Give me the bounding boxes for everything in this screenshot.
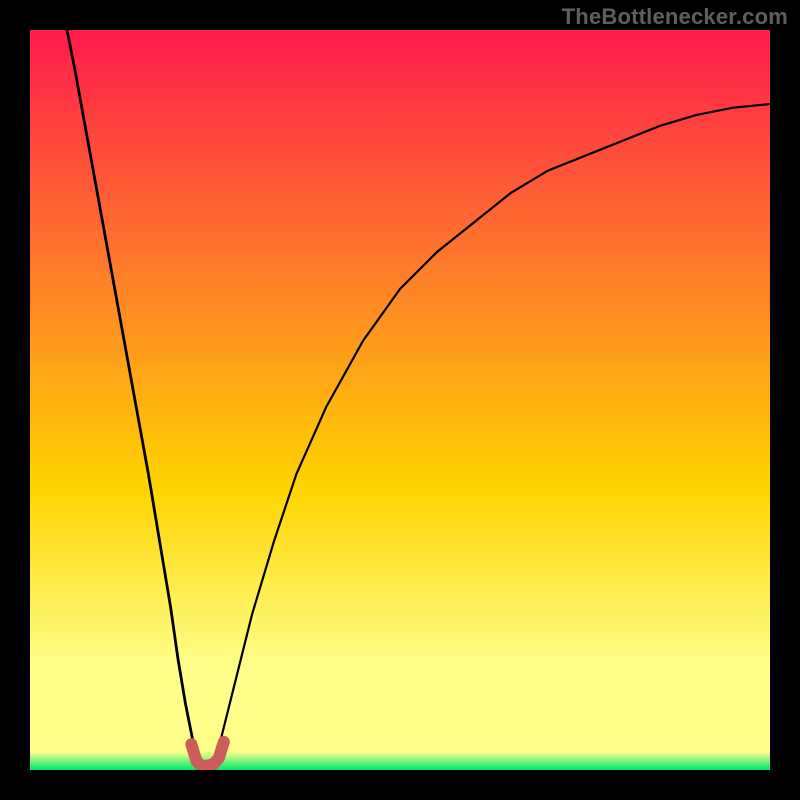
gradient-background (30, 30, 770, 770)
chart-svg (30, 30, 770, 770)
plot-area (30, 30, 770, 770)
watermark-text: TheBottlenecker.com (562, 4, 788, 30)
outer-frame: TheBottlenecker.com (0, 0, 800, 800)
